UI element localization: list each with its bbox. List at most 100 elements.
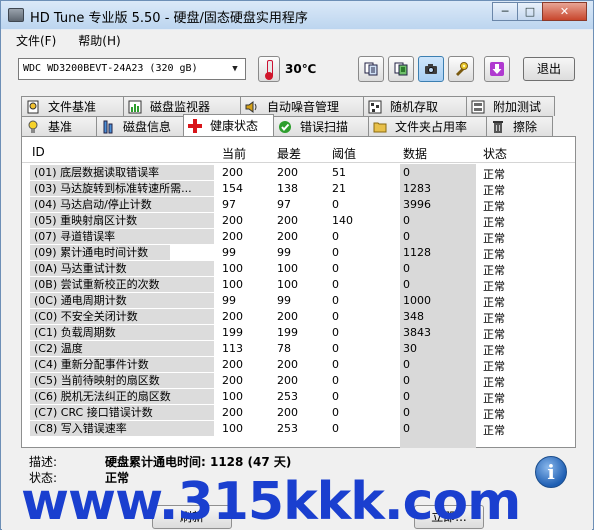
table-row[interactable]: (C1) 负载周期数 199 199 0 3843 正常 (22, 325, 575, 341)
table-row[interactable]: (03) 马达旋转到标准转速所需... 154 138 21 1283 正常 (22, 181, 575, 197)
header-threshold[interactable]: 阈值 (332, 145, 356, 162)
chevron-down-icon[interactable]: ▼ (227, 61, 243, 77)
cell-current: 200 (222, 214, 243, 227)
tab-aam[interactable]: 自动噪音管理 (240, 96, 364, 116)
copy-screen-button[interactable] (388, 56, 414, 82)
table-row[interactable]: (04) 马达启动/停止计数 97 97 0 3996 正常 (22, 197, 575, 213)
menu-file[interactable]: 文件(F) (2, 32, 64, 49)
cell-data: 0 (403, 390, 410, 403)
cell-status: 正常 (483, 344, 505, 357)
cell-current: 100 (222, 422, 243, 435)
cell-data: 0 (403, 406, 410, 419)
cell-threshold: 0 (332, 230, 339, 243)
cell-id: (09) 累计通电时间计数 (30, 245, 170, 260)
cell-current: 200 (222, 310, 243, 323)
cell-current: 99 (222, 246, 236, 259)
tab-label: 自动噪音管理 (267, 100, 340, 114)
header-current[interactable]: 当前 (222, 145, 246, 162)
table-row[interactable]: (C6) 脱机无法纠正的扇区数 100 253 0 0 正常 (22, 389, 575, 405)
minimize-button[interactable]: ─ (492, 2, 518, 21)
table-row[interactable]: (C2) 温度 113 78 0 30 正常 (22, 341, 575, 357)
cell-worst: 200 (277, 310, 298, 323)
copy-info-button[interactable] (358, 56, 384, 82)
tab-benchmark[interactable]: 基准 (21, 116, 97, 136)
tab-label: 磁盘监视器 (150, 100, 211, 114)
drive-select[interactable]: WDC WD3200BEVT-24A23 (320 gB) ▼ (18, 58, 246, 80)
options-button[interactable] (448, 56, 474, 82)
tab-disk-info[interactable]: 磁盘信息 (96, 116, 184, 136)
tab-row-2: 基准 磁盘信息 健康状态 错误扫描 文件夹占用率 擦除 (21, 114, 553, 136)
cell-worst: 100 (277, 278, 298, 291)
cell-current: 100 (222, 278, 243, 291)
tab-folder-usage[interactable]: 文件夹占用率 (368, 116, 487, 136)
maximize-button[interactable]: □ (517, 2, 543, 21)
cell-worst: 253 (277, 422, 298, 435)
cell-threshold: 0 (332, 406, 339, 419)
close-button[interactable]: ✕ (542, 2, 587, 21)
trash-icon (493, 120, 503, 133)
cell-current: 100 (222, 262, 243, 275)
menu-help[interactable]: 帮助(H) (64, 32, 128, 49)
header-status[interactable]: 状态 (483, 145, 507, 162)
cell-id: (0C) 通电周期计数 (30, 293, 214, 308)
cell-worst: 200 (277, 358, 298, 371)
table-row[interactable]: (C0) 不安全关闭计数 200 200 0 348 正常 (22, 309, 575, 325)
table-row[interactable]: (09) 累计通电时间计数 99 99 0 1128 正常 (22, 245, 575, 261)
cell-threshold: 0 (332, 326, 339, 339)
table-row[interactable]: (C5) 当前待映射的扇区数 200 200 0 0 正常 (22, 373, 575, 389)
cell-threshold: 0 (332, 390, 339, 403)
cell-id: (07) 寻道错误率 (30, 229, 214, 244)
cell-data: 0 (403, 214, 410, 227)
table-row[interactable]: (C8) 写入错误速率 100 253 0 0 正常 (22, 421, 575, 437)
cell-status: 正常 (483, 392, 505, 405)
cell-worst: 200 (277, 166, 298, 179)
health-cross-icon (188, 118, 202, 133)
tab-disk-monitor[interactable]: 磁盘监视器 (123, 96, 241, 116)
tab-extra-tests[interactable]: 附加测试 (466, 96, 555, 116)
cell-id: (05) 重映射扇区计数 (30, 213, 214, 228)
cell-data: 0 (403, 230, 410, 243)
cell-current: 200 (222, 166, 243, 179)
cell-current: 200 (222, 358, 243, 371)
watermark: www.315kkk.com (21, 473, 521, 530)
header-worst[interactable]: 最差 (277, 145, 301, 162)
exit-button[interactable]: 退出 (523, 57, 575, 81)
cell-status: 正常 (483, 248, 505, 261)
cell-data: 0 (403, 374, 410, 387)
cell-data: 1000 (403, 294, 431, 307)
cell-status: 正常 (483, 328, 505, 341)
tab-random-access[interactable]: 随机存取 (363, 96, 467, 116)
table-row[interactable]: (C7) CRC 接口错误计数 200 200 0 0 正常 (22, 405, 575, 421)
cell-threshold: 0 (332, 358, 339, 371)
cell-worst: 99 (277, 294, 291, 307)
tab-label: 错误扫描 (300, 120, 349, 134)
tab-erase[interactable]: 擦除 (486, 116, 553, 136)
cell-id: (C2) 温度 (30, 341, 214, 356)
cell-threshold: 0 (332, 294, 339, 307)
cell-data: 0 (403, 166, 410, 179)
tab-file-benchmark[interactable]: 文件基准 (21, 96, 124, 116)
cell-threshold: 0 (332, 374, 339, 387)
tab-health[interactable]: 健康状态 (183, 114, 274, 136)
cell-status: 正常 (483, 264, 505, 277)
title-bar[interactable]: HD Tune 专业版 5.50 - 硬盘/固态硬盘实用程序 ─ □ ✕ (1, 1, 593, 29)
table-row[interactable]: (0B) 尝试重新校正的次数 100 100 0 0 正常 (22, 277, 575, 293)
header-data[interactable]: 数据 (403, 145, 427, 162)
table-row[interactable]: (07) 寻道错误率 200 200 0 0 正常 (22, 229, 575, 245)
cell-data: 1128 (403, 246, 431, 259)
header-id[interactable]: ID (32, 145, 45, 159)
save-download-icon (490, 62, 504, 76)
table-row[interactable]: (C4) 重新分配事件计数 200 200 0 0 正常 (22, 357, 575, 373)
extra-tests-icon (471, 100, 485, 113)
tab-error-scan[interactable]: 错误扫描 (273, 116, 369, 136)
cell-id: (04) 马达启动/停止计数 (30, 197, 214, 212)
table-row[interactable]: (0C) 通电周期计数 99 99 0 1000 正常 (22, 293, 575, 309)
table-row[interactable]: (0A) 马达重试计数 100 100 0 0 正常 (22, 261, 575, 277)
screenshot-button[interactable] (418, 56, 444, 82)
save-button[interactable] (484, 56, 510, 82)
cell-id: (C7) CRC 接口错误计数 (30, 405, 214, 420)
table-row[interactable]: (01) 底层数据读取错误率 200 200 51 0 正常 (22, 165, 575, 181)
table-row[interactable]: (05) 重映射扇区计数 200 200 140 0 正常 (22, 213, 575, 229)
cell-worst: 200 (277, 230, 298, 243)
cell-id: (C4) 重新分配事件计数 (30, 357, 214, 372)
